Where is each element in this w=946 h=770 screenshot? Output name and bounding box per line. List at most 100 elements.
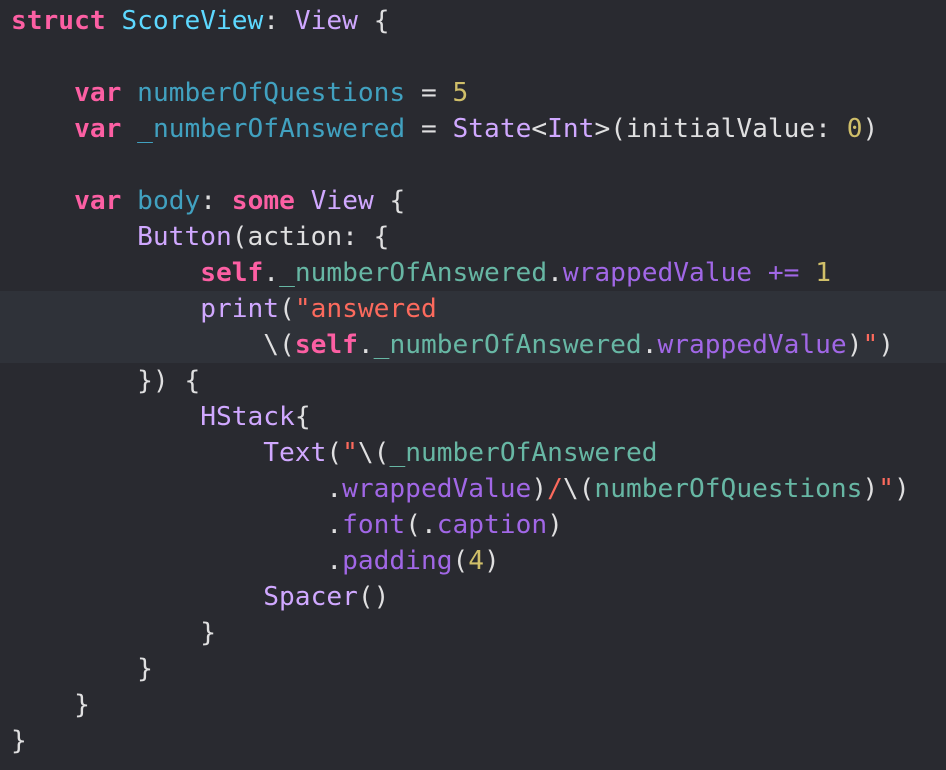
- code-token-plain: }: [200, 618, 216, 648]
- code-token-sysprop: caption: [436, 510, 548, 540]
- code-token-plain: :: [200, 186, 232, 216]
- code-token-prop: numberOfQuestions: [137, 78, 406, 108]
- code-token-plain: (): [357, 582, 390, 612]
- code-token-plain: ): [846, 330, 863, 360]
- code-line[interactable]: Text("\(_numberOfAnswered: [11, 435, 910, 471]
- code-token-prop: body: [137, 186, 201, 216]
- code-token-str: ": [342, 438, 358, 468]
- code-line[interactable]: HStack{: [11, 399, 910, 435]
- code-token-plain: (action: {: [231, 222, 390, 252]
- code-token-plain: }: [11, 726, 27, 756]
- code-token-sysprop: +=: [767, 258, 800, 288]
- code-token-kw: var: [74, 114, 122, 144]
- code-token-plain: .: [326, 546, 343, 576]
- code-token-typeref: View: [294, 6, 358, 36]
- code-line[interactable]: .font(.caption): [11, 507, 910, 543]
- code-token-plain: ): [547, 510, 563, 540]
- code-token-sysprop: padding: [342, 546, 453, 576]
- code-token-plain: }) {: [137, 366, 201, 396]
- code-token-plain: (: [326, 438, 343, 468]
- code-token-plain: {: [294, 402, 311, 432]
- code-line[interactable]: struct ScoreView: View {: [11, 3, 910, 39]
- code-token-kw: var: [74, 78, 122, 108]
- code-token-plain: =: [405, 114, 453, 144]
- code-token-plain: ): [878, 330, 895, 360]
- code-token-plain: .: [357, 330, 374, 360]
- code-token-plain: ): [894, 474, 910, 504]
- source-code[interactable]: struct ScoreView: View {​ var numberOfQu…: [11, 3, 910, 759]
- code-token-sysprop: font: [342, 510, 406, 540]
- code-token-plain: ): [862, 474, 879, 504]
- code-line[interactable]: }) {: [11, 363, 910, 399]
- code-token-plain: ): [531, 474, 548, 504]
- code-token-plain: (: [452, 546, 469, 576]
- code-line[interactable]: ​: [11, 147, 910, 183]
- code-line[interactable]: var _numberOfAnswered = State<Int>(initi…: [11, 111, 910, 147]
- code-token-plain: >(initialValue:: [594, 114, 847, 144]
- code-token-ident: numberOfQuestions: [594, 474, 863, 504]
- code-token-str: "answered: [294, 294, 437, 324]
- code-token-plain: .: [547, 258, 563, 288]
- code-line[interactable]: Spacer(): [11, 579, 910, 615]
- code-token-kw: self: [294, 330, 358, 360]
- code-line[interactable]: }: [11, 723, 910, 759]
- code-line[interactable]: \(self._numberOfAnswered.wrappedValue)"): [11, 327, 910, 363]
- code-token-num: 1: [815, 258, 831, 288]
- code-editor[interactable]: struct ScoreView: View {​ var numberOfQu…: [0, 0, 946, 770]
- code-line[interactable]: Button(action: {: [11, 219, 910, 255]
- code-line[interactable]: .padding(4): [11, 543, 910, 579]
- code-token-num: 4: [468, 546, 485, 576]
- code-token-plain: .: [326, 510, 343, 540]
- code-token-plain: ): [484, 546, 500, 576]
- code-token-sysprop: wrappedValue: [657, 330, 847, 360]
- code-token-str: ": [878, 474, 895, 504]
- code-token-kw: struct: [11, 6, 106, 36]
- code-token-plain: .: [641, 330, 658, 360]
- code-token-kw: var: [74, 186, 122, 216]
- code-line[interactable]: ​: [11, 39, 910, 75]
- code-token-plain: }: [137, 654, 153, 684]
- code-token-plain: .: [326, 474, 343, 504]
- code-line[interactable]: }: [11, 615, 910, 651]
- code-token-typeref: View: [310, 186, 374, 216]
- code-token-str: /: [547, 474, 563, 504]
- code-token-plain: (.: [405, 510, 437, 540]
- code-token-typeref: Spacer: [263, 582, 358, 612]
- code-token-typedecl: ScoreView: [121, 6, 264, 36]
- code-token-ident: _numberOfAnswered: [389, 438, 658, 468]
- code-token-plain: \(: [263, 330, 295, 360]
- code-line[interactable]: }: [11, 687, 910, 723]
- code-line[interactable]: print("answered: [11, 291, 910, 327]
- code-line[interactable]: var body: some View {: [11, 183, 910, 219]
- code-line[interactable]: .wrappedValue)/\(numberOfQuestions)"): [11, 471, 910, 507]
- code-token-plain: :: [263, 6, 295, 36]
- code-token-typeref: Int: [547, 114, 595, 144]
- code-token-plain: ): [862, 114, 879, 144]
- code-token-num: 5: [452, 78, 469, 108]
- code-line[interactable]: var numberOfQuestions = 5: [11, 75, 910, 111]
- code-line[interactable]: }: [11, 651, 910, 687]
- code-token-prop: _numberOfAnswered: [137, 114, 406, 144]
- code-token-plain: <: [531, 114, 548, 144]
- code-line[interactable]: self._numberOfAnswered.wrappedValue += 1: [11, 255, 910, 291]
- code-token-sysprop: wrappedValue: [562, 258, 753, 288]
- code-token-plain: (: [279, 294, 295, 324]
- code-token-kw: some: [231, 186, 295, 216]
- code-token-typeref: Text: [263, 438, 327, 468]
